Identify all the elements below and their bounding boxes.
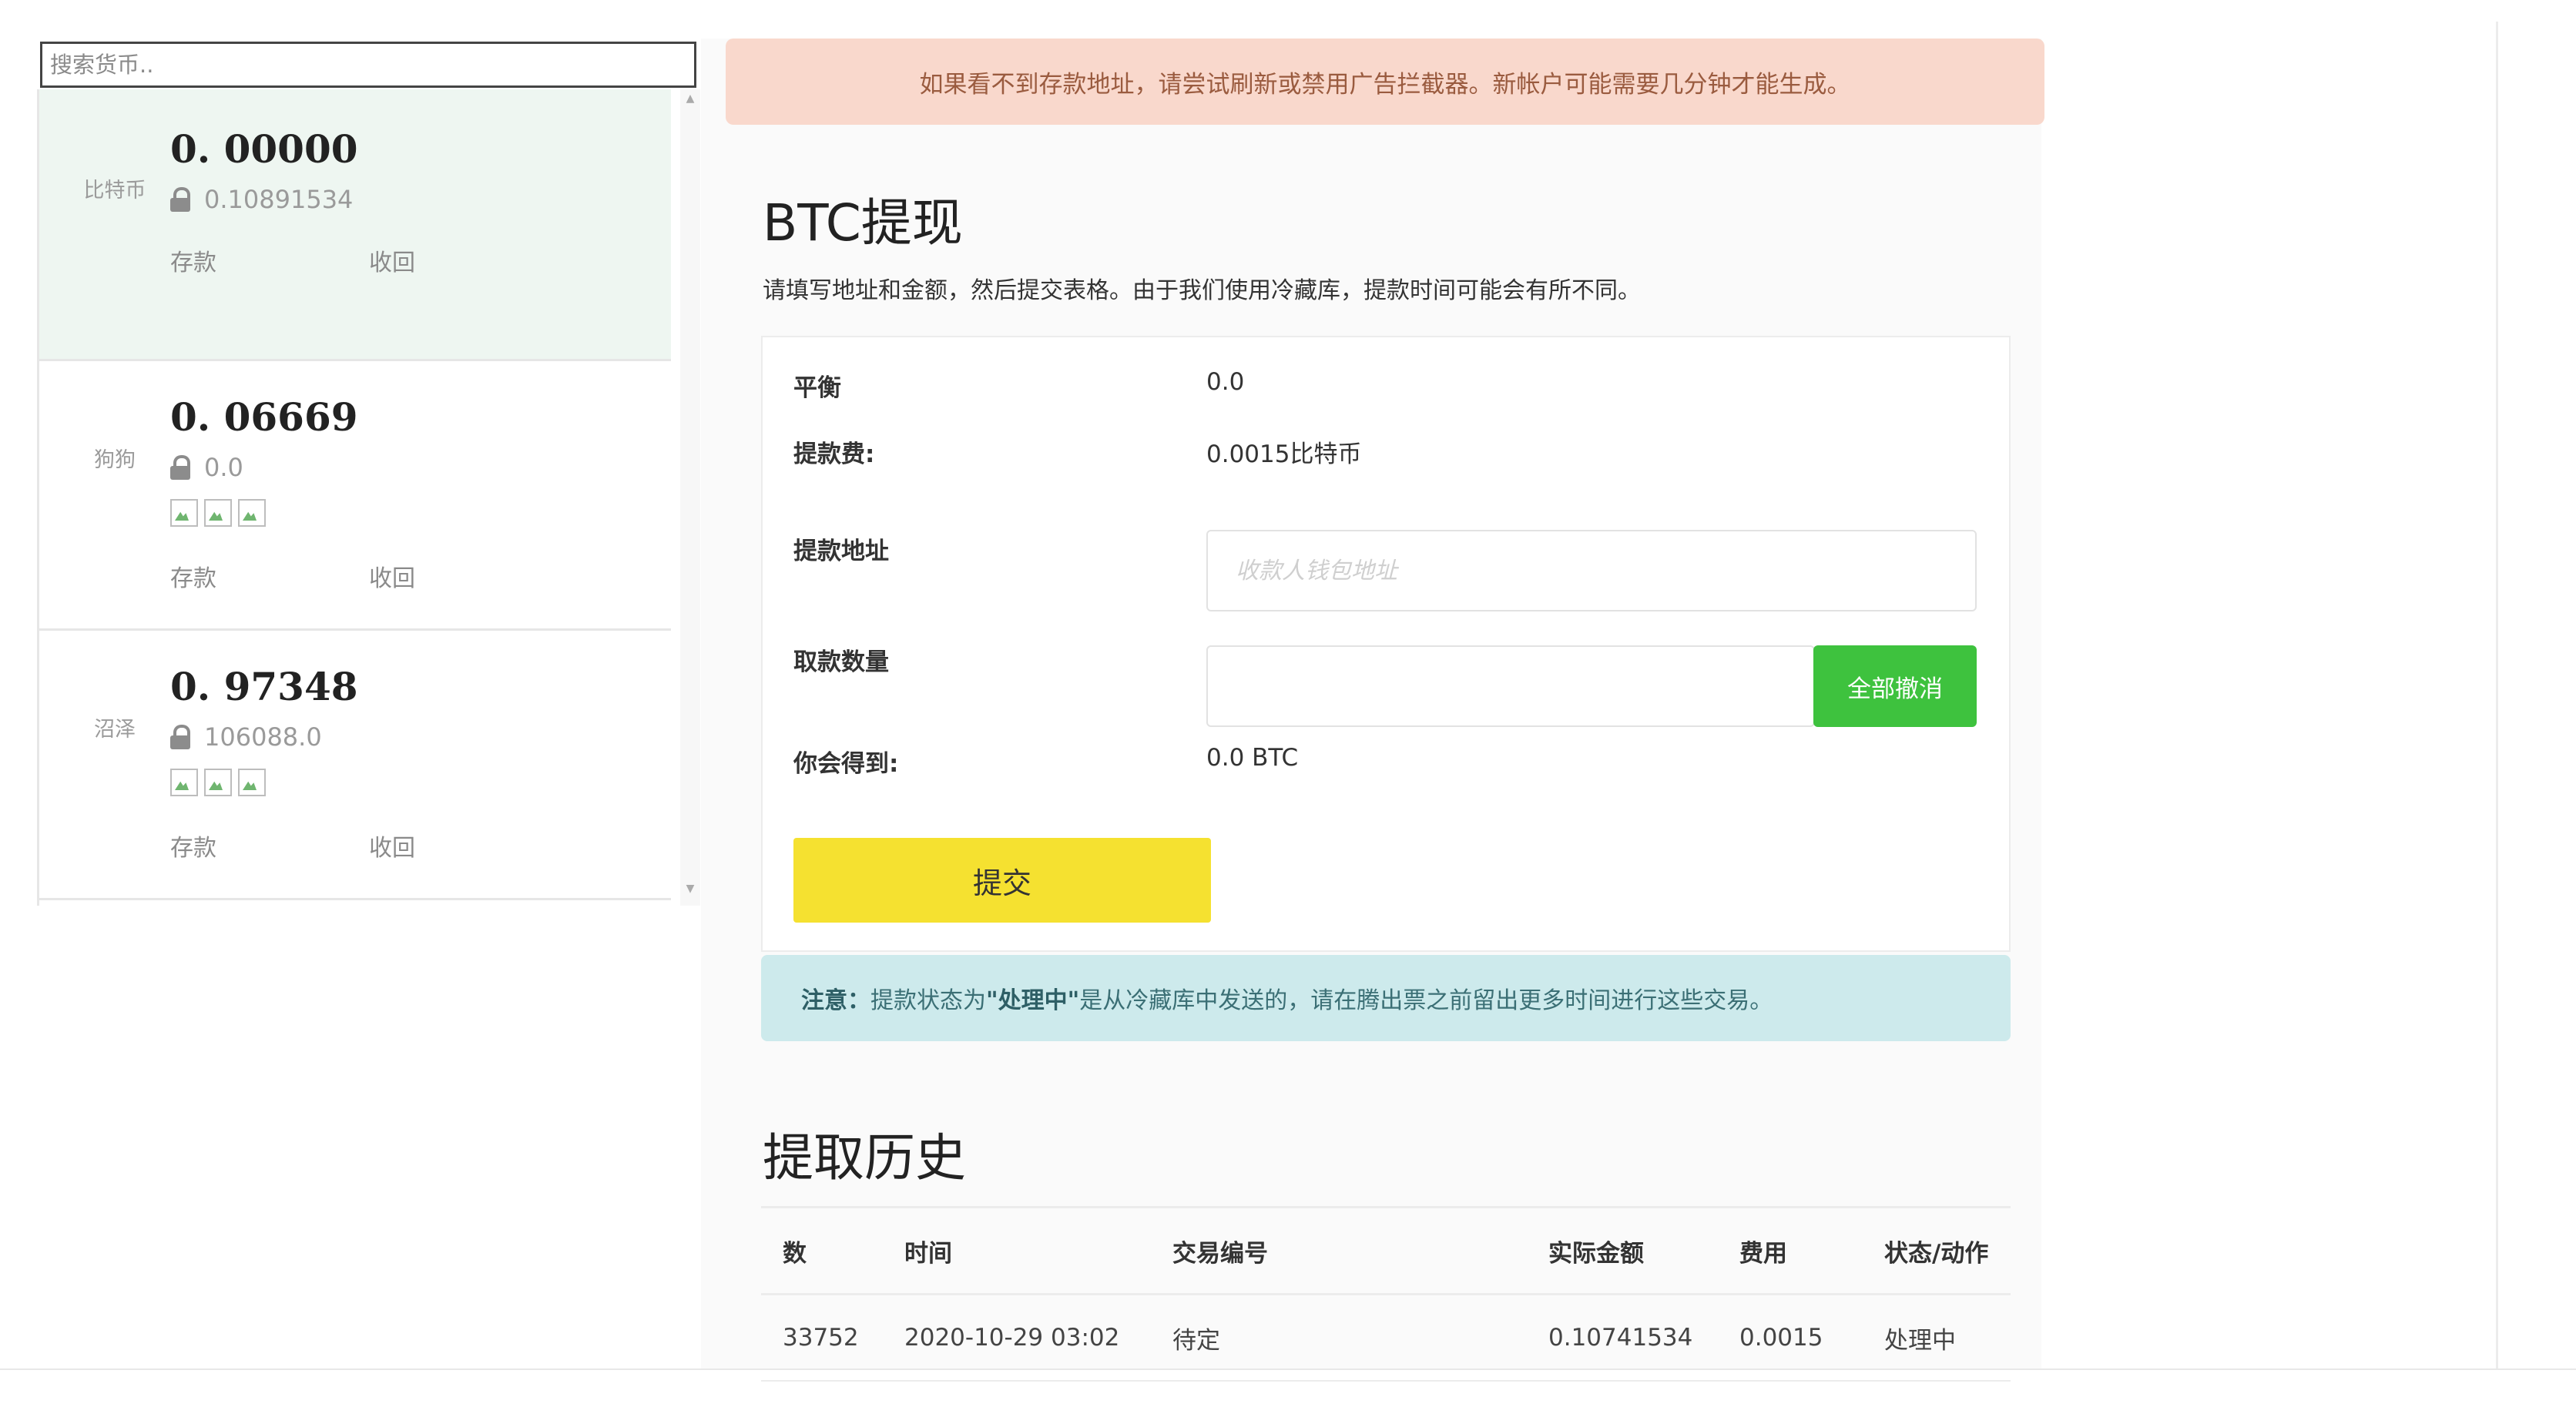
wallet-badges (170, 499, 266, 527)
broken-image-icon (170, 499, 198, 527)
wallet-item-doge[interactable]: 狗狗 0. 06669 0.0 存款 收回 (39, 359, 671, 631)
page-title: BTC提现 (763, 193, 963, 253)
history-header-row: 数 时间 交易编号 实际金额 费用 状态/动作 (761, 1206, 2011, 1295)
amount-input[interactable] (1206, 645, 1815, 727)
currency-search-input[interactable] (40, 42, 696, 88)
address-label: 提款地址 (793, 538, 889, 565)
wallet-sidebar: 比特币 0. 00000 0.10891534 存款 收回 狗狗 0. 0666… (37, 39, 703, 1368)
scroll-down-icon[interactable]: ▼ (680, 883, 700, 895)
deposit-link[interactable]: 存款 (170, 829, 216, 863)
page-bottom-divider (0, 1368, 2576, 1370)
wallet-locked: 0.10891534 (170, 185, 353, 214)
col-fee: 费用 (1718, 1206, 1863, 1295)
broken-image-icon (238, 499, 266, 527)
balance-value: 0.0 (1206, 368, 1245, 396)
broken-image-icon (204, 769, 232, 796)
cold-storage-notice: 注意： 提款状态为 "处理中" 是从冷藏库中发送的，请在腾出票之前留出更多时间进… (761, 955, 2011, 1041)
receive-value: 0.0 BTC (1206, 744, 1299, 772)
withdraw-link[interactable]: 收回 (369, 559, 415, 593)
adblock-alert: 如果看不到存款地址，请尝试刷新或禁用广告拦截器。新帐户可能需要几分钟才能生成。 (726, 39, 2044, 125)
receive-label: 你会得到: (793, 750, 899, 778)
withdraw-panel: 如果看不到存款地址，请尝试刷新或禁用广告拦截器。新帐户可能需要几分钟才能生成。 … (701, 39, 2044, 1382)
wallet-locked-amount: 0.0 (204, 453, 243, 482)
lock-icon (170, 187, 190, 212)
col-id: 数 (761, 1206, 883, 1295)
notice-status: "处理中" (986, 987, 1080, 1014)
wallet-list: 比特币 0. 00000 0.10891534 存款 收回 狗狗 0. 0666… (37, 89, 703, 906)
fee-label: 提款费: (793, 441, 875, 468)
submit-button[interactable]: 提交 (793, 838, 1211, 923)
wallet-locked-amount: 0.10891534 (204, 185, 354, 214)
broken-image-icon (204, 499, 232, 527)
wallet-list-scrollbar[interactable]: ▲ ▼ (680, 89, 700, 906)
withdraw-link[interactable]: 收回 (369, 243, 415, 277)
wallet-name: 比特币 (83, 179, 146, 203)
wallet-locked-amount: 106088.0 (204, 722, 322, 752)
lock-icon (170, 725, 190, 749)
lock-icon (170, 455, 190, 480)
col-txid: 交易编号 (1151, 1206, 1527, 1295)
fee-value: 0.0015比特币 (1206, 441, 1362, 468)
broken-image-icon (238, 769, 266, 796)
notice-prefix: 注意： (801, 987, 870, 1014)
withdraw-form: 平衡 0.0 提款费: 0.0015比特币 提款地址 取款数量 全部撤消 你会得… (761, 336, 2011, 952)
deposit-link[interactable]: 存款 (170, 559, 216, 593)
wallet-item-swamp[interactable]: 沼泽 0. 97348 106088.0 存款 收回 (39, 628, 671, 900)
wallet-balance: 0. 00000 (170, 126, 358, 172)
balance-label: 平衡 (793, 374, 841, 402)
col-amount: 实际金额 (1527, 1206, 1718, 1295)
wallet-badges (170, 769, 266, 796)
wallet-balance: 0. 97348 (170, 664, 358, 709)
address-input[interactable] (1206, 530, 1977, 611)
withdraw-link[interactable]: 收回 (369, 829, 415, 863)
deposit-link[interactable]: 存款 (170, 243, 216, 277)
history-table: 数 时间 交易编号 实际金额 费用 状态/动作 33752 2020-10-29… (761, 1206, 2011, 1382)
notice-text-2: 是从冷藏库中发送的，请在腾出票之前留出更多时间进行这些交易。 (1079, 987, 1773, 1014)
withdraw-all-button[interactable]: 全部撤消 (1813, 645, 1977, 727)
wallet-item-btc[interactable]: 比特币 0. 00000 0.10891534 存款 收回 (39, 89, 671, 361)
wallet-name: 沼泽 (94, 718, 136, 742)
scroll-up-icon[interactable]: ▲ (680, 92, 700, 105)
col-status: 状态/动作 (1863, 1206, 2011, 1295)
wallet-name: 狗狗 (94, 448, 136, 472)
broken-image-icon (170, 769, 198, 796)
notice-text-1: 提款状态为 (870, 987, 986, 1014)
wallet-locked: 106088.0 (170, 722, 322, 752)
wallet-locked: 0.0 (170, 453, 243, 482)
history-title: 提取历史 (763, 1128, 966, 1188)
page-description: 请填写地址和金额，然后提交表格。由于我们使用冷藏库，提款时间可能会有所不同。 (763, 277, 1641, 304)
amount-label: 取款数量 (793, 648, 889, 676)
page-divider (2496, 22, 2498, 1369)
col-time: 时间 (883, 1206, 1151, 1295)
wallet-balance: 0. 06669 (170, 394, 358, 440)
